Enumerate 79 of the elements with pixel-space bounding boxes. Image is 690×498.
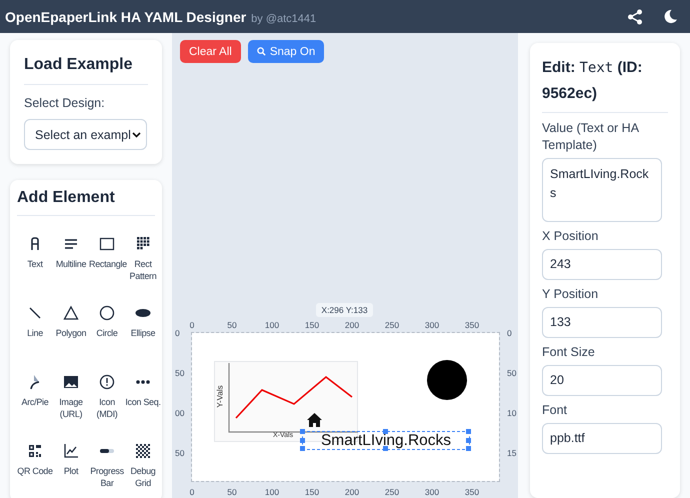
circle-tool-icon: [99, 305, 115, 321]
icon-tool-icon: [99, 374, 115, 390]
ruler-label: 00: [175, 408, 184, 418]
add-element-button[interactable]: Polygon: [53, 299, 89, 358]
add-element-button[interactable]: Debug Grid: [125, 437, 161, 496]
multiline-tool-icon: [63, 236, 79, 252]
add-element-button[interactable]: Progress Bar: [89, 437, 125, 496]
field-label: Y Position: [542, 286, 600, 303]
home-icon: [307, 413, 322, 427]
ruler-label: 50: [226, 320, 238, 330]
add-element-button[interactable]: QR Code: [17, 437, 53, 496]
line-tool-icon: [27, 305, 43, 321]
field-label: Font Size: [542, 344, 596, 361]
axis-label: Y-Vals: [216, 385, 225, 408]
share-icon[interactable]: [627, 8, 643, 24]
card-title: Add Element: [17, 189, 155, 216]
ruler-label: 150: [304, 487, 320, 497]
author-byline: by @atc1441: [251, 12, 316, 24]
input-field[interactable]: 243: [542, 249, 662, 280]
ruler-label: 50: [175, 368, 184, 378]
ruler-label: 0: [188, 487, 196, 497]
add-element-button[interactable]: Icon Seq.: [125, 368, 161, 427]
moon-icon[interactable]: [663, 9, 678, 24]
clear-button[interactable]: Clear All: [180, 40, 241, 63]
circle-shape: [427, 360, 467, 400]
editor-title: Edit: Text (ID: 9562ec): [542, 55, 668, 113]
chevron-icon: [132, 132, 141, 138]
field-label: Value (Text or HA Template): [542, 120, 640, 154]
input-field[interactable]: 133: [542, 307, 662, 338]
coordinate-readout: X:296 Y:133: [316, 303, 373, 317]
qr-tool-icon: [27, 443, 43, 459]
input-field[interactable]: 20: [542, 365, 662, 396]
app-title: OpenEpaperLink HA YAML Designer: [5, 8, 246, 24]
add-element-button[interactable]: Line: [17, 299, 53, 358]
magnifier-icon: [256, 47, 266, 56]
ruler-label: 10: [507, 408, 516, 418]
design-select[interactable]: Select an exampl: [24, 119, 147, 150]
polygon-tool-icon: [63, 305, 79, 321]
add-element-button[interactable]: Text: [17, 230, 53, 289]
ruler-label: 350: [464, 320, 480, 330]
ruler-label: 50: [226, 487, 238, 497]
add-element-button[interactable]: Rectangle: [89, 230, 125, 289]
ruler-label: 50: [507, 368, 516, 378]
field-label: Font: [542, 402, 568, 419]
ruler-label: 150: [304, 320, 320, 330]
add-element-button[interactable]: Circle: [89, 299, 125, 358]
image-tool-icon: [63, 374, 79, 390]
add-element-button[interactable]: Plot: [53, 437, 89, 496]
card-title: Load Example: [24, 56, 148, 85]
resize-handle[interactable]: [383, 429, 388, 434]
add-element-button[interactable]: Image (URL): [53, 368, 89, 427]
canvas-text[interactable]: SmartLIving.Rocks: [302, 431, 470, 450]
ruler-label: 0: [188, 320, 196, 330]
field-label: X Position: [542, 228, 600, 245]
debug-grid-tool-icon: [135, 443, 151, 459]
add-element-button[interactable]: Icon (MDI): [89, 368, 125, 427]
snap-button[interactable]: Snap On: [248, 40, 324, 63]
value-textarea[interactable]: SmartLIving.Rocks: [542, 158, 662, 222]
ruler-label: 0: [175, 328, 180, 338]
ruler-label: 100: [264, 320, 280, 330]
ruler-label: 50: [175, 448, 184, 458]
ruler-label: 250: [384, 320, 400, 330]
add-element-button[interactable]: Multiline: [53, 230, 89, 289]
ruler-label: 0: [507, 328, 512, 338]
input-field[interactable]: ppb.ttf: [542, 423, 662, 454]
field-label: Select Design:: [24, 95, 106, 112]
ruler-label: 15: [507, 448, 516, 458]
add-element-button[interactable]: Arc/Pie: [17, 368, 53, 427]
plot-tool-icon: [63, 443, 79, 459]
ruler-label: 300: [424, 320, 440, 330]
rectangle-tool-icon: [99, 236, 115, 252]
ruler-label: 200: [344, 320, 360, 330]
ruler-label: 250: [384, 487, 400, 497]
add-element-button[interactable]: Ellipse: [125, 299, 161, 358]
ruler-label: 100: [264, 487, 280, 497]
ruler-label: 300: [424, 487, 440, 497]
ruler-label: 350: [464, 487, 480, 497]
ruler-label: 200: [344, 487, 360, 497]
rect-pattern-tool-icon: [135, 236, 151, 252]
